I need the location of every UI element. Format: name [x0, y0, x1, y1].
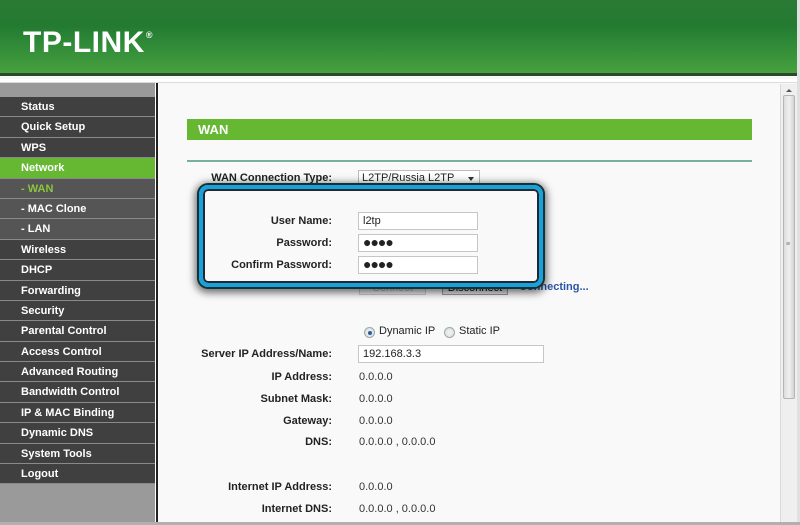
- dns-value: 0.0.0.0 , 0.0.0.0: [359, 436, 436, 448]
- sidebar-item-mac-clone[interactable]: - MAC Clone: [0, 198, 155, 220]
- confirm-password-label: Confirm Password:: [231, 259, 332, 271]
- header-banner: TP-LINK®: [0, 0, 800, 76]
- subnet-mask-label: Subnet Mask:: [260, 393, 332, 405]
- connect-button[interactable]: Connect: [359, 282, 426, 295]
- sidebar-item-wan[interactable]: - WAN: [0, 178, 155, 199]
- subnet-mask-value: 0.0.0.0: [359, 393, 393, 405]
- password-label: Password:: [276, 237, 332, 249]
- connection-type-value: L2TP/Russia L2TP: [362, 172, 455, 184]
- tp-link-logo: TP-LINK®: [23, 26, 153, 60]
- connection-status: Connecting...: [519, 281, 589, 293]
- chevron-down-icon: [468, 177, 474, 181]
- user-name-label: User Name:: [270, 215, 332, 227]
- sidebar-item-lan[interactable]: - LAN: [0, 219, 155, 240]
- internet-dns-value: 0.0.0.0 , 0.0.0.0: [359, 503, 436, 515]
- sidebar-item-logout[interactable]: Logout: [0, 464, 155, 485]
- sidebar-menu: Status Quick Setup WPS Network - WAN - M…: [0, 83, 155, 525]
- grip-icon: ≡: [786, 241, 791, 248]
- dns-label: DNS:: [305, 436, 332, 448]
- sidebar-item-security[interactable]: Security: [0, 300, 155, 322]
- sidebar-item-forwarding[interactable]: Forwarding: [0, 280, 155, 301]
- server-ip-input[interactable]: 192.168.3.3: [358, 345, 544, 363]
- sidebar-item-bandwidth-control[interactable]: Bandwidth Control: [0, 382, 155, 403]
- user-name-input[interactable]: l2tp: [358, 212, 478, 230]
- gateway-label: Gateway:: [283, 415, 332, 427]
- disconnect-button[interactable]: Disconnect: [442, 282, 508, 295]
- sidebar-item-dhcp[interactable]: DHCP: [0, 260, 155, 281]
- section-divider: [187, 160, 752, 162]
- sidebar-item-quick-setup[interactable]: Quick Setup: [0, 117, 155, 138]
- sidebar-divider: [155, 83, 158, 525]
- logo-text: TP-LINK: [23, 26, 145, 59]
- connection-type-label: WAN Connection Type:: [211, 172, 332, 184]
- internet-dns-label: Internet DNS:: [261, 503, 332, 515]
- registered-mark: ®: [145, 30, 153, 40]
- sidebar-item-parental-control[interactable]: Parental Control: [0, 321, 155, 342]
- sidebar-item-advanced-routing[interactable]: Advanced Routing: [0, 362, 155, 383]
- router-admin-page: TP-LINK® Status Quick Setup WPS Network …: [0, 0, 800, 525]
- server-ip-label: Server IP Address/Name:: [201, 348, 332, 360]
- sidebar-top-spacer: [0, 83, 155, 97]
- section-title: WAN: [187, 119, 752, 140]
- ip-address-label: IP Address:: [271, 371, 332, 383]
- sidebar-item-dynamic-dns[interactable]: Dynamic DNS: [0, 423, 155, 444]
- password-input[interactable]: ●●●●: [358, 234, 478, 252]
- sidebar-item-wps[interactable]: WPS: [0, 137, 155, 159]
- scrollbar-thumb[interactable]: ≡: [783, 95, 795, 399]
- sidebar-item-system-tools[interactable]: System Tools: [0, 443, 155, 465]
- gateway-value: 0.0.0.0: [359, 415, 393, 427]
- dynamic-ip-label: Dynamic IP: [379, 325, 436, 337]
- sidebar-item-status[interactable]: Status: [0, 97, 155, 118]
- confirm-password-input[interactable]: ●●●●: [358, 256, 478, 274]
- sidebar-item-access-control[interactable]: Access Control: [0, 341, 155, 363]
- static-ip-radio[interactable]: [444, 327, 455, 338]
- connection-type-select[interactable]: L2TP/Russia L2TP: [358, 170, 480, 187]
- sidebar-item-wireless[interactable]: Wireless: [0, 239, 155, 261]
- sidebar-item-network[interactable]: Network: [0, 158, 155, 179]
- ip-address-value: 0.0.0.0: [359, 371, 393, 383]
- static-ip-label: Static IP: [459, 325, 500, 337]
- sidebar-item-ip-mac-binding[interactable]: IP & MAC Binding: [0, 402, 155, 424]
- dynamic-ip-radio[interactable]: [364, 327, 375, 338]
- internet-ip-label: Internet IP Address:: [228, 481, 332, 493]
- internet-ip-value: 0.0.0.0: [359, 481, 393, 493]
- main-content: WAN WAN Connection Type: L2TP/Russia L2T…: [160, 84, 780, 525]
- vertical-scrollbar[interactable]: ≡: [780, 84, 797, 525]
